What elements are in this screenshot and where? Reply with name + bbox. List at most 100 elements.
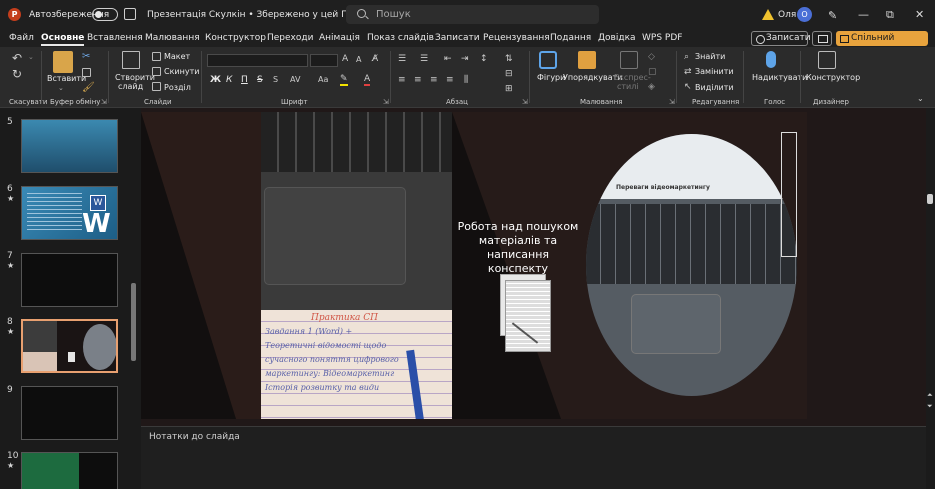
- warning-icon[interactable]: [762, 9, 774, 20]
- justify-icon[interactable]: ≡: [446, 75, 454, 85]
- next-slide-icon[interactable]: ⏷: [927, 402, 933, 411]
- highlight-icon[interactable]: ✎: [340, 74, 348, 86]
- copy-icon[interactable]: [82, 68, 91, 77]
- drawing-launcher-icon[interactable]: ⇲: [669, 98, 675, 106]
- character-spacing-icon[interactable]: AV: [290, 75, 300, 84]
- pen-icon[interactable]: ✎: [828, 9, 837, 22]
- tab-view[interactable]: Подання: [550, 33, 591, 43]
- thumbnail-scrollbar[interactable]: [131, 283, 136, 361]
- minimize-icon[interactable]: —: [858, 8, 869, 21]
- scroll-thumb[interactable]: [927, 194, 933, 204]
- share-button[interactable]: Спільний доступ: [836, 31, 928, 58]
- paste-dropdown-icon[interactable]: ⌄: [58, 84, 64, 92]
- italic-button[interactable]: К: [226, 75, 232, 85]
- font-color-icon[interactable]: A: [364, 74, 371, 86]
- paste-icon[interactable]: [53, 51, 73, 73]
- current-slide[interactable]: Практика СП Завдання 1 (Word) + Теоретич…: [141, 112, 807, 419]
- slide-thumbnail-8[interactable]: [21, 319, 118, 373]
- tab-help[interactable]: Довідка: [598, 33, 636, 43]
- align-center-icon[interactable]: ≡: [414, 75, 422, 85]
- arrange-icon[interactable]: [578, 51, 596, 69]
- smartart-icon[interactable]: ⊞: [505, 84, 513, 94]
- paragraph-launcher-icon[interactable]: ⇲: [522, 98, 528, 106]
- slide-thumbnail-10[interactable]: [21, 452, 118, 489]
- align-left-icon[interactable]: ≡: [398, 75, 406, 85]
- strikethrough-button[interactable]: S: [257, 75, 263, 85]
- align-right-icon[interactable]: ≡: [430, 75, 438, 85]
- tab-design[interactable]: Конструктор: [205, 33, 266, 43]
- bold-button[interactable]: Ж: [210, 75, 221, 85]
- find-icon[interactable]: ⌕: [684, 52, 689, 62]
- numbering-icon[interactable]: ☰: [420, 54, 428, 64]
- align-text-icon[interactable]: ⊟: [505, 69, 513, 79]
- select-icon[interactable]: ↖: [684, 82, 692, 92]
- change-case-icon[interactable]: Aa: [318, 75, 328, 84]
- select-button[interactable]: Виділити: [695, 83, 734, 92]
- slide-title[interactable]: Робота над пошуком матеріалів та написан…: [457, 220, 579, 276]
- new-slide-icon[interactable]: [122, 51, 140, 69]
- underline-button[interactable]: П: [241, 75, 248, 85]
- section-icon[interactable]: [152, 82, 161, 91]
- slide-thumbnail-9[interactable]: [21, 386, 118, 440]
- new-slide-button-line2[interactable]: слайд: [118, 82, 143, 91]
- reset-button[interactable]: Скинути: [164, 67, 199, 76]
- clear-formatting-icon[interactable]: A̸: [372, 54, 378, 64]
- tab-record[interactable]: Записати: [435, 33, 480, 43]
- slide-thumbnail-7[interactable]: [21, 253, 118, 307]
- redo-icon[interactable]: ↻: [12, 67, 22, 81]
- search-input[interactable]: Пошук: [346, 5, 599, 24]
- font-launcher-icon[interactable]: ⇲: [383, 98, 389, 106]
- shape-effects-icon[interactable]: ◈: [648, 82, 655, 92]
- tab-home[interactable]: Основне: [41, 33, 85, 46]
- increase-font-icon[interactable]: A: [342, 54, 348, 64]
- shape-fill-icon[interactable]: ◇: [648, 52, 655, 62]
- tab-review[interactable]: Рецензування: [483, 33, 550, 43]
- tab-animations[interactable]: Анімація: [319, 33, 360, 43]
- decrease-indent-icon[interactable]: ⇤: [444, 54, 452, 64]
- undo-icon[interactable]: ↶: [12, 51, 22, 65]
- new-slide-button-line1[interactable]: Створити: [115, 73, 155, 82]
- shapes-button[interactable]: Фігури: [537, 73, 565, 82]
- layout-icon[interactable]: [152, 52, 161, 61]
- document-title[interactable]: Презентація Скулкін • Збережено у цей ПК…: [147, 10, 365, 20]
- decrease-font-icon[interactable]: A: [356, 55, 361, 64]
- format-painter-icon[interactable]: 🖌: [82, 82, 95, 93]
- line-spacing-icon[interactable]: ↕: [480, 54, 488, 64]
- shape-outline-icon[interactable]: ▢: [648, 67, 657, 77]
- text-direction-icon[interactable]: ⇅: [505, 54, 513, 64]
- replace-icon[interactable]: ⇄: [684, 67, 692, 77]
- shapes-icon[interactable]: [539, 51, 557, 69]
- reset-icon[interactable]: [152, 67, 161, 76]
- save-icon[interactable]: [124, 8, 136, 20]
- comments-button[interactable]: [812, 31, 832, 46]
- section-button[interactable]: Розділ: [164, 83, 191, 92]
- tab-slideshow[interactable]: Показ слайдів: [367, 33, 434, 43]
- text-shadow-icon[interactable]: S: [273, 75, 278, 84]
- tab-wps-pdf[interactable]: WPS PDF: [642, 33, 682, 43]
- columns-icon[interactable]: ⫼: [464, 75, 468, 85]
- replace-button[interactable]: Замінити: [695, 67, 734, 76]
- microphone-icon[interactable]: [766, 51, 776, 68]
- find-button[interactable]: Знайти: [695, 52, 725, 61]
- notes-pane[interactable]: Нотатки до слайда: [141, 426, 926, 489]
- slide-vertical-scrollbar[interactable]: ⏶ ⏷: [926, 108, 935, 489]
- designer-icon[interactable]: [818, 51, 836, 69]
- paste-button[interactable]: Вставити: [47, 74, 86, 83]
- tab-file[interactable]: Файл: [9, 33, 34, 43]
- slide-thumbnail-5[interactable]: [21, 119, 118, 173]
- collapse-ribbon-icon[interactable]: ⌄: [917, 94, 924, 103]
- record-button[interactable]: Записати: [751, 31, 811, 46]
- font-size-select[interactable]: [310, 54, 338, 67]
- restore-icon[interactable]: ⧉: [886, 8, 894, 22]
- undo-dropdown-icon[interactable]: ⌄: [28, 53, 34, 61]
- avatar[interactable]: О: [797, 7, 812, 22]
- autosave-toggle[interactable]: [92, 8, 118, 21]
- font-name-select[interactable]: [207, 54, 308, 67]
- user-name[interactable]: Оля: [778, 10, 796, 20]
- bullets-icon[interactable]: ☰: [398, 54, 406, 64]
- previous-slide-icon[interactable]: ⏶: [927, 391, 933, 400]
- tab-transitions[interactable]: Переходи: [267, 33, 313, 43]
- close-icon[interactable]: ✕: [915, 8, 924, 21]
- tab-draw[interactable]: Малювання: [145, 33, 200, 43]
- layout-button[interactable]: Макет: [164, 52, 190, 61]
